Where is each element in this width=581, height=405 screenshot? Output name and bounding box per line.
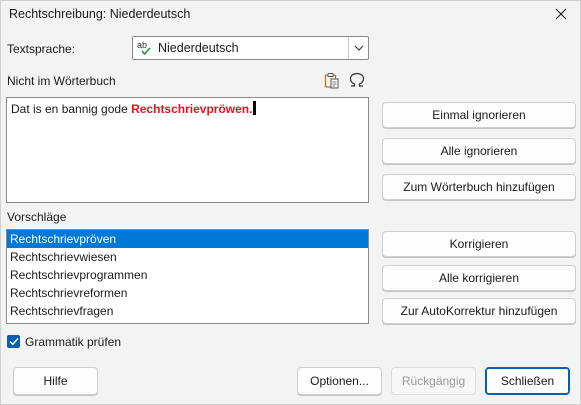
paste-icon	[324, 72, 339, 88]
ignore-once-button[interactable]: Einmal ignorieren	[382, 102, 576, 128]
svg-text:ab: ab	[137, 40, 147, 50]
help-button[interactable]: Hilfe	[13, 367, 98, 395]
spelling-dialog: Rechtschreibung: Niederdeutsch Textsprac…	[0, 0, 581, 405]
sentence-text: Dat is en bannig gode	[11, 102, 132, 116]
misspelled-word: Rechtschrievpröwen.	[131, 102, 253, 116]
title-bar: Rechtschreibung: Niederdeutsch	[1, 1, 580, 29]
suggestions-label: Vorschläge	[7, 210, 67, 224]
language-value: Niederdeutsch	[158, 41, 239, 55]
close-dialog-button[interactable]: Schließen	[485, 367, 570, 395]
paste-button[interactable]	[322, 70, 342, 90]
grammar-label[interactable]: Grammatik prüfen	[25, 335, 121, 349]
suggestion-item[interactable]: Rechtschrievprogrammen	[7, 266, 368, 284]
suggestion-item[interactable]: Rechtschrievwiesen	[7, 248, 368, 266]
checkmark-icon	[8, 337, 19, 346]
window-title: Rechtschreibung: Niederdeutsch	[9, 7, 191, 21]
ignore-all-button[interactable]: Alle ignorieren	[382, 138, 576, 164]
suggestion-item[interactable]: Rechtschrievreformen	[7, 284, 368, 302]
dropdown-arrow[interactable]	[348, 37, 368, 59]
suggestion-item[interactable]: Rechtschrievpröven	[7, 230, 368, 248]
special-character-button[interactable]	[347, 70, 367, 90]
not-in-dictionary-label: Nicht im Wörterbuch	[7, 74, 116, 88]
grammar-checkbox[interactable]	[7, 335, 20, 348]
sentence-textbox[interactable]: Dat is en bannig gode Rechtschrievpröwen…	[6, 97, 369, 203]
omega-special-character-icon	[349, 72, 365, 87]
add-to-dictionary-button[interactable]: Zum Wörterbuch hinzufügen	[382, 174, 576, 200]
language-label: Textsprache:	[7, 42, 76, 56]
add-to-autocorrect-button[interactable]: Zur AutoKorrektur hinzufügen	[382, 298, 576, 324]
suggestions-list[interactable]: Rechtschrievpröven Rechtschrievwiesen Re…	[6, 229, 369, 324]
close-button[interactable]	[546, 2, 576, 26]
text-caret	[253, 101, 257, 115]
spellcheck-abc-icon: ab	[137, 40, 151, 56]
undo-button[interactable]: Rückgängig	[391, 367, 476, 395]
correct-all-button[interactable]: Alle korrigieren	[382, 265, 576, 291]
close-icon	[555, 8, 567, 20]
correct-button[interactable]: Korrigieren	[382, 231, 576, 257]
language-select[interactable]: ab Niederdeutsch	[132, 36, 369, 60]
chevron-down-icon	[354, 45, 363, 51]
suggestion-item[interactable]: Rechtschrievfragen	[7, 302, 368, 320]
options-button[interactable]: Optionen...	[297, 367, 382, 395]
